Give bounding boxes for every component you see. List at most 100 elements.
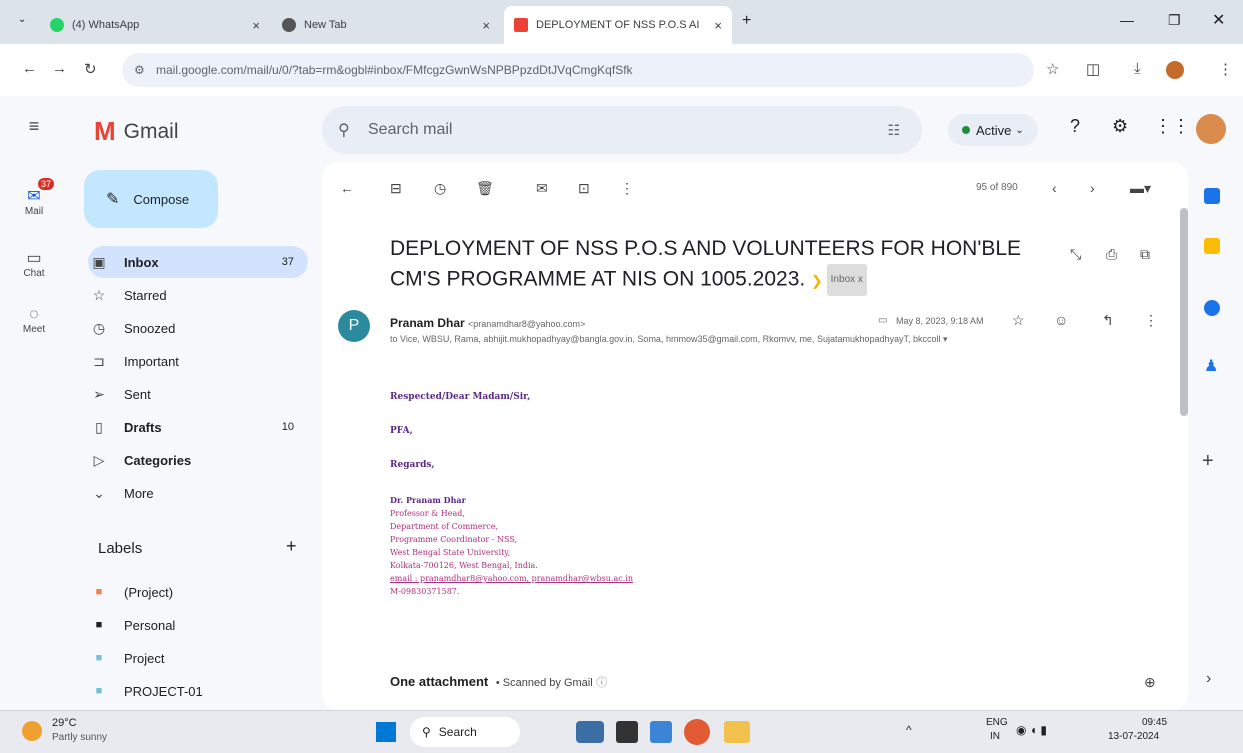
bookmark-star-icon[interactable]: ☆: [1046, 60, 1059, 78]
tab-whatsapp[interactable]: (4) WhatsApp ×: [40, 6, 270, 44]
calendar-icon[interactable]: [1204, 188, 1220, 204]
contacts-icon[interactable]: ♟: [1204, 356, 1218, 376]
address-bar-row: ← → ↻ ⚙ mail.google.com/mail/u/0/?tab=rm…: [0, 44, 1243, 96]
archive-icon[interactable]: ⊟: [390, 180, 402, 197]
emoji-react-icon[interactable]: ☺: [1054, 312, 1068, 328]
print-icon[interactable]: ⎙: [1106, 246, 1117, 263]
widgets-app-icon[interactable]: [576, 721, 604, 743]
url-field[interactable]: ⚙ mail.google.com/mail/u/0/?tab=rm&ogbl#…: [122, 53, 1034, 87]
wifi-volume-battery-icon[interactable]: ◉ ◖ ▮: [1016, 723, 1047, 737]
extensions-icon[interactable]: ◫: [1086, 60, 1100, 78]
site-info-icon[interactable]: ⚙: [134, 63, 145, 77]
label-tag-icon: ■: [95, 619, 103, 631]
label-item[interactable]: ■ Personal: [88, 609, 308, 641]
signature-line: Department of Commerce,: [390, 522, 499, 531]
sidebar-item-important[interactable]: ⊐ Important: [88, 345, 308, 377]
browser-menu-icon[interactable]: ⋮: [1218, 60, 1233, 78]
profile-avatar[interactable]: [1166, 61, 1184, 79]
status-dropdown[interactable]: Active ⌄: [948, 114, 1038, 146]
more-actions-icon[interactable]: ⋮: [620, 180, 634, 197]
browser-tab-bar: ⌄ (4) WhatsApp × New Tab × DEPLOYMENT OF…: [0, 0, 1243, 44]
label-item[interactable]: ■ (Project): [88, 576, 308, 608]
reload-icon[interactable]: ↻: [84, 60, 97, 78]
minimize-icon[interactable]: —: [1120, 12, 1134, 28]
sidebar-item-snoozed[interactable]: ◷ Snoozed: [88, 312, 308, 344]
back-to-inbox-icon[interactable]: ←: [340, 180, 354, 196]
scrollbar[interactable]: [1180, 208, 1188, 416]
move-to-icon[interactable]: ⊡: [578, 180, 590, 197]
search-mail-input[interactable]: ⚲ Search mail ☷: [322, 106, 922, 154]
tab-new-tab[interactable]: New Tab ×: [272, 6, 500, 44]
new-tab-button[interactable]: +: [742, 12, 751, 30]
chevron-down-icon: ⌄: [1015, 124, 1024, 136]
add-to-drive-icon[interactable]: ⊕: [1144, 674, 1156, 691]
compose-button[interactable]: ✎ Compose: [84, 170, 218, 228]
mark-unread-icon[interactable]: ✉: [536, 180, 548, 197]
tasks-icon[interactable]: [1204, 300, 1220, 316]
language-indicator[interactable]: ENG: [986, 717, 1008, 728]
important-marker-icon[interactable]: ❯: [811, 273, 827, 289]
close-tab-icon[interactable]: ×: [714, 18, 722, 33]
email-body: Respected/Dear Madam/Sir, PFA, Regards, …: [390, 392, 633, 596]
settings-gear-icon[interactable]: ⚙: [1112, 116, 1128, 137]
draft-icon: ▯: [95, 418, 103, 435]
snooze-icon[interactable]: ◷: [434, 180, 446, 197]
tab-gmail-email[interactable]: DEPLOYMENT OF NSS P.O.S AI ×: [504, 6, 732, 44]
task-view-icon[interactable]: [616, 721, 638, 743]
chrome-taskbar-icon[interactable]: [684, 719, 710, 745]
inbox-label-chip[interactable]: Inbox x: [826, 264, 867, 296]
rail-mail[interactable]: ✉ Mail 37: [0, 178, 68, 217]
account-avatar[interactable]: [1196, 114, 1226, 144]
back-arrow-icon[interactable]: ←: [22, 60, 37, 77]
info-icon[interactable]: ⓘ: [596, 677, 607, 689]
weather-icon[interactable]: [22, 721, 42, 741]
search-options-icon[interactable]: ☷: [887, 122, 900, 139]
older-icon[interactable]: ›: [1090, 180, 1095, 196]
download-icon[interactable]: ⤓: [1134, 60, 1141, 77]
maximize-icon[interactable]: ❐: [1168, 12, 1181, 29]
sidebar-item-drafts[interactable]: ▯ Drafts 10: [88, 411, 308, 443]
close-tab-icon[interactable]: ×: [482, 18, 490, 33]
file-explorer-icon[interactable]: [724, 721, 750, 743]
sidebar-item-inbox[interactable]: ▣ Inbox 37: [88, 246, 308, 278]
new-window-icon[interactable]: ⧉: [1140, 246, 1150, 263]
star-icon[interactable]: ☆: [1012, 312, 1025, 329]
email-reading-pane: ← ⊟ ◷ 🗑 ✉ ⊡ ⋮ 95 of 890 ‹ › ▬▾ DEPLOYMEN…: [322, 162, 1188, 710]
sidebar-item-sent[interactable]: ➢ Sent: [88, 378, 308, 410]
reply-icon[interactable]: ↰: [1102, 312, 1114, 329]
help-icon[interactable]: ?: [1070, 116, 1080, 137]
forward-arrow-icon[interactable]: →: [52, 60, 67, 77]
sidebar-item-starred[interactable]: ☆ Starred: [88, 279, 308, 311]
expand-all-icon[interactable]: ⤡: [1070, 246, 1081, 263]
tab-search-icon[interactable]: ⌄: [18, 14, 26, 25]
label-item[interactable]: ■ PROJECT-01: [88, 675, 308, 707]
store-icon[interactable]: [650, 721, 672, 743]
keep-icon[interactable]: [1204, 238, 1220, 254]
taskbar-search[interactable]: ⚲ Search: [410, 717, 520, 747]
label-item[interactable]: ■ Project: [88, 642, 308, 674]
main-menu-icon[interactable]: ≡: [0, 116, 68, 137]
important-icon: ⊐: [93, 352, 105, 369]
recipients-line[interactable]: to Vice, WBSU, Rama, abhijit.mukhopadhya…: [390, 334, 1090, 345]
more-options-icon[interactable]: ⋮: [1144, 312, 1158, 329]
close-tab-icon[interactable]: ×: [252, 18, 260, 33]
sidebar-item-categories[interactable]: ▷ Categories: [88, 444, 308, 476]
newer-icon[interactable]: ‹: [1052, 180, 1057, 196]
meet-icon: ◌: [29, 306, 39, 323]
show-side-panel-icon[interactable]: ›: [1206, 670, 1211, 688]
windows-start-icon[interactable]: [376, 722, 396, 742]
rail-chat[interactable]: ▭ Chat: [0, 248, 68, 279]
weather-text: Partly sunny: [52, 732, 108, 743]
unread-badge: 37: [38, 178, 55, 190]
delete-icon[interactable]: 🗑: [476, 180, 494, 197]
add-label-icon[interactable]: +: [286, 536, 297, 557]
rail-meet[interactable]: ◌ Meet: [0, 306, 68, 335]
gmail-logo[interactable]: M Gmail: [94, 116, 179, 147]
clock-time[interactable]: 09:45: [1142, 717, 1167, 728]
apps-grid-icon[interactable]: ⋮⋮: [1154, 116, 1190, 137]
get-addons-icon[interactable]: +: [1202, 450, 1214, 473]
tray-overflow-icon[interactable]: ^: [906, 723, 912, 737]
input-tools-icon[interactable]: ▬▾: [1130, 180, 1151, 197]
sidebar-item-more[interactable]: ⌄ More: [88, 477, 308, 509]
window-close-icon[interactable]: ✕: [1212, 10, 1225, 30]
